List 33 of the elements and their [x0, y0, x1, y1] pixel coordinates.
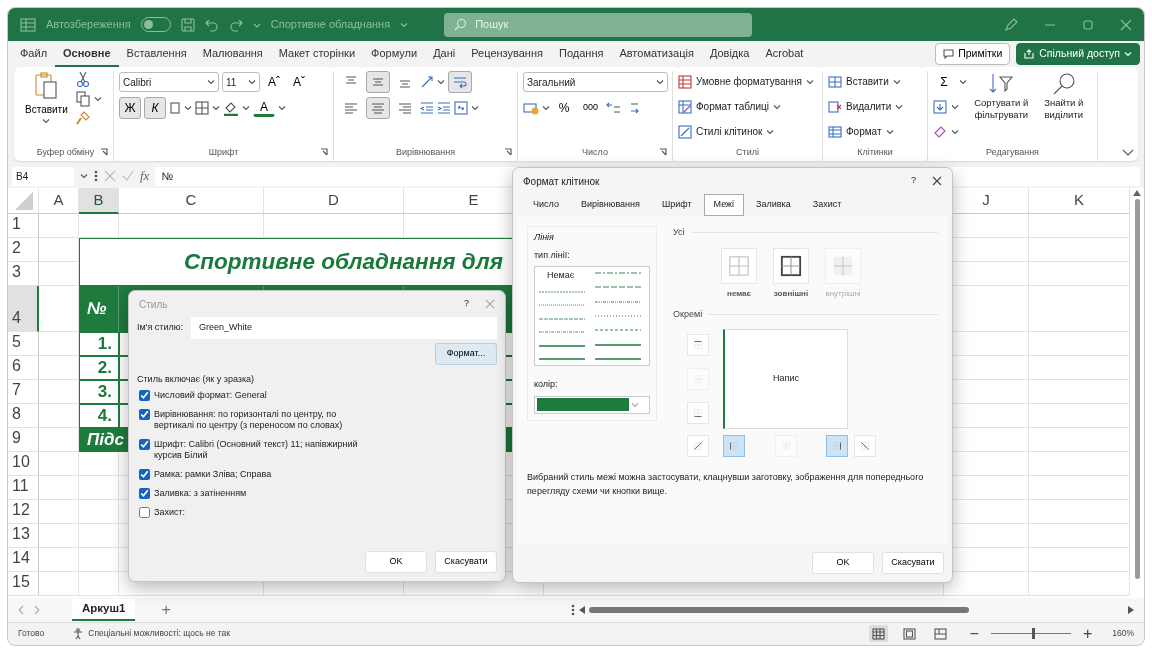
group-label: Окремі: [673, 307, 703, 321]
border-preview: Напис: [723, 329, 848, 429]
hint-text: Вибраний стиль межі можна застосувати, клацнувши заготовку, зображення для попереднього перегляду схеми чи кнопки вище.: [527, 471, 925, 498]
dialog-title: Стиль: [139, 297, 169, 312]
group-label: Клітинки: [857, 145, 893, 159]
table-cell: 4.: [79, 404, 119, 428]
header-cell: №: [79, 286, 119, 332]
status-text: Готово: [18, 627, 45, 640]
table-cell: 3.: [79, 380, 119, 404]
group-label: Лінія: [534, 231, 555, 244]
preset-label: внутрішні: [825, 287, 861, 300]
checkbox-label: Числовий формат: General: [154, 390, 267, 401]
group-label: Редагування: [986, 145, 1039, 159]
section-label: Стиль включає (як у зразка): [136, 372, 256, 386]
checkbox-label: Захист:: [154, 507, 186, 518]
table-cell: 2.: [79, 356, 119, 380]
table-cell: 1.: [79, 332, 119, 356]
checkbox-label: Вирівнювання: по горизонталі по центру, по вертикалі по центру (з переносом по словах): [154, 409, 344, 431]
checkbox-label: Заливка: з затіненням: [154, 488, 247, 499]
group-label: Усі: [673, 226, 685, 239]
field-label: колір:: [534, 378, 559, 391]
group-label: Буфер обміну: [36, 145, 95, 159]
preset-label: немає: [727, 287, 751, 300]
group-label: Шрифт: [208, 145, 239, 159]
group-label: Вирівнювання: [395, 145, 455, 159]
field-label: тип лінії:: [534, 248, 571, 262]
dialog-title: Формат клітинок: [523, 174, 601, 189]
autosave-label: Автозбереження: [46, 17, 131, 33]
checkbox-label: Рамка: рамки Зліва; Справа: [154, 469, 272, 480]
preset-label: зовнішні: [773, 287, 809, 300]
group-label: Число: [582, 145, 608, 159]
group-label: Стилі: [736, 145, 759, 159]
field-label: Ім'я стилю:: [137, 321, 183, 334]
